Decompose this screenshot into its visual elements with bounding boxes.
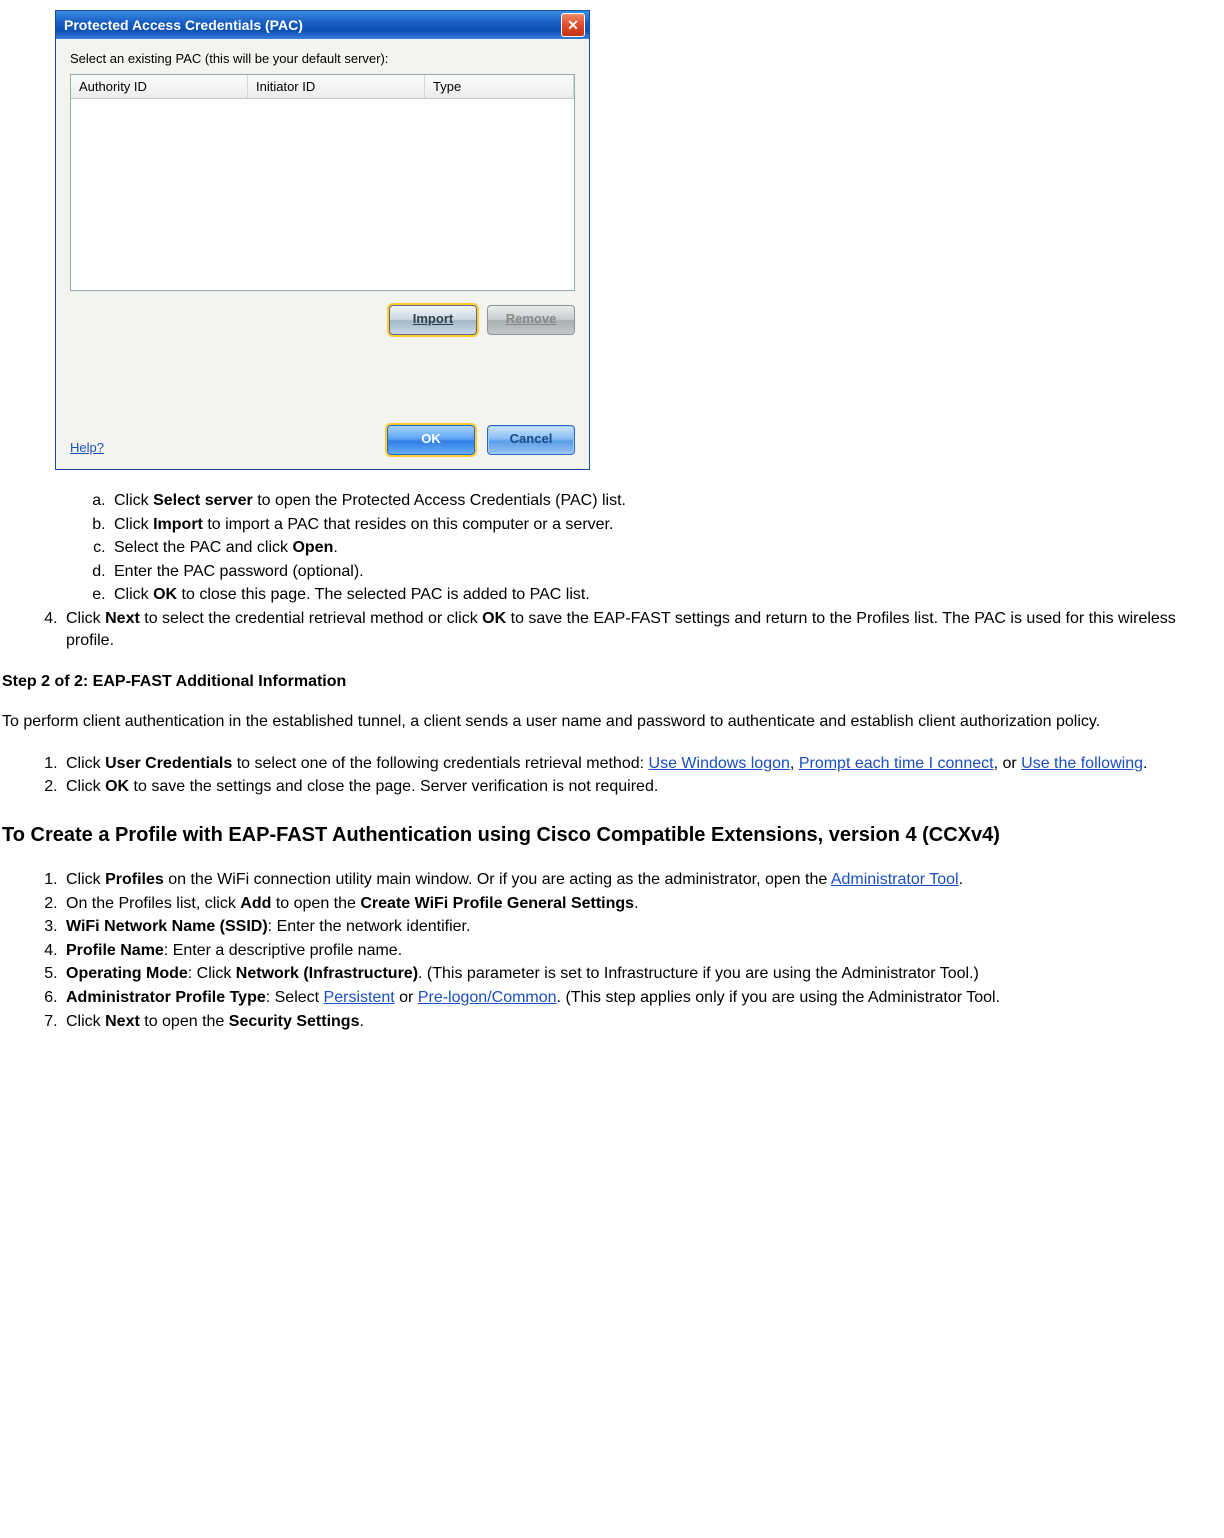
section-heading-ccxv4: To Create a Profile with EAP-FAST Authen… [2, 822, 1222, 849]
link-prelogon-common[interactable]: Pre-logon/Common [418, 989, 557, 1006]
list-item: Click Import to import a PAC that reside… [110, 514, 1222, 536]
remove-button[interactable]: Remove [487, 305, 575, 335]
pac-dialog: Protected Access Credentials (PAC) ✕ Sel… [55, 10, 590, 470]
list-item: Enter the PAC password (optional). [110, 561, 1222, 583]
col-type[interactable]: Type [425, 75, 574, 98]
list-item: Click User Credentials to select one of … [62, 753, 1222, 775]
list-item: Select the PAC and click Open. [110, 537, 1222, 559]
titlebar: Protected Access Credentials (PAC) ✕ [56, 11, 589, 39]
link-prompt-each-time[interactable]: Prompt each time I connect [799, 755, 994, 772]
help-link[interactable]: Help? [70, 440, 104, 455]
list-item: Profile Name: Enter a descriptive profil… [62, 940, 1222, 962]
close-icon[interactable]: ✕ [561, 13, 585, 37]
col-authority-id[interactable]: Authority ID [71, 75, 248, 98]
list-item: Click Select server to open the Protecte… [110, 490, 1222, 512]
list-item: WiFi Network Name (SSID): Enter the netw… [62, 916, 1222, 938]
ok-button[interactable]: OK [387, 425, 475, 455]
ccxv4-list: Click Profiles on the WiFi connection ut… [2, 869, 1222, 1032]
pac-sublist: Click Select server to open the Protecte… [2, 490, 1222, 606]
main-list-4: Click Next to select the credential retr… [2, 608, 1222, 651]
link-use-following[interactable]: Use the following [1021, 755, 1143, 772]
column-header-row: Authority ID Initiator ID Type [71, 75, 574, 99]
list-item: Click OK to save the settings and close … [62, 776, 1222, 798]
import-button[interactable]: Import [389, 305, 477, 335]
step2-list: Click User Credentials to select one of … [2, 753, 1222, 798]
step2-paragraph: To perform client authentication in the … [2, 711, 1222, 733]
list-item: Click Profiles on the WiFi connection ut… [62, 869, 1222, 891]
pac-listbox[interactable]: Authority ID Initiator ID Type [70, 74, 575, 291]
cancel-button[interactable]: Cancel [487, 425, 575, 455]
list-item: Click Next to select the credential retr… [62, 608, 1222, 651]
dialog-instruction: Select an existing PAC (this will be you… [70, 51, 575, 66]
step2-heading: Step 2 of 2: EAP-FAST Additional Informa… [2, 673, 1222, 691]
list-item: On the Profiles list, click Add to open … [62, 893, 1222, 915]
list-item: Click OK to close this page. The selecte… [110, 584, 1222, 606]
col-initiator-id[interactable]: Initiator ID [248, 75, 425, 98]
link-use-windows-logon[interactable]: Use Windows logon [649, 755, 790, 772]
list-item: Operating Mode: Click Network (Infrastru… [62, 963, 1222, 985]
list-item: Click Next to open the Security Settings… [62, 1011, 1222, 1033]
list-item: Administrator Profile Type: Select Persi… [62, 987, 1222, 1009]
dialog-title: Protected Access Credentials (PAC) [64, 17, 303, 33]
link-administrator-tool[interactable]: Administrator Tool [831, 871, 959, 888]
link-persistent[interactable]: Persistent [324, 989, 395, 1006]
